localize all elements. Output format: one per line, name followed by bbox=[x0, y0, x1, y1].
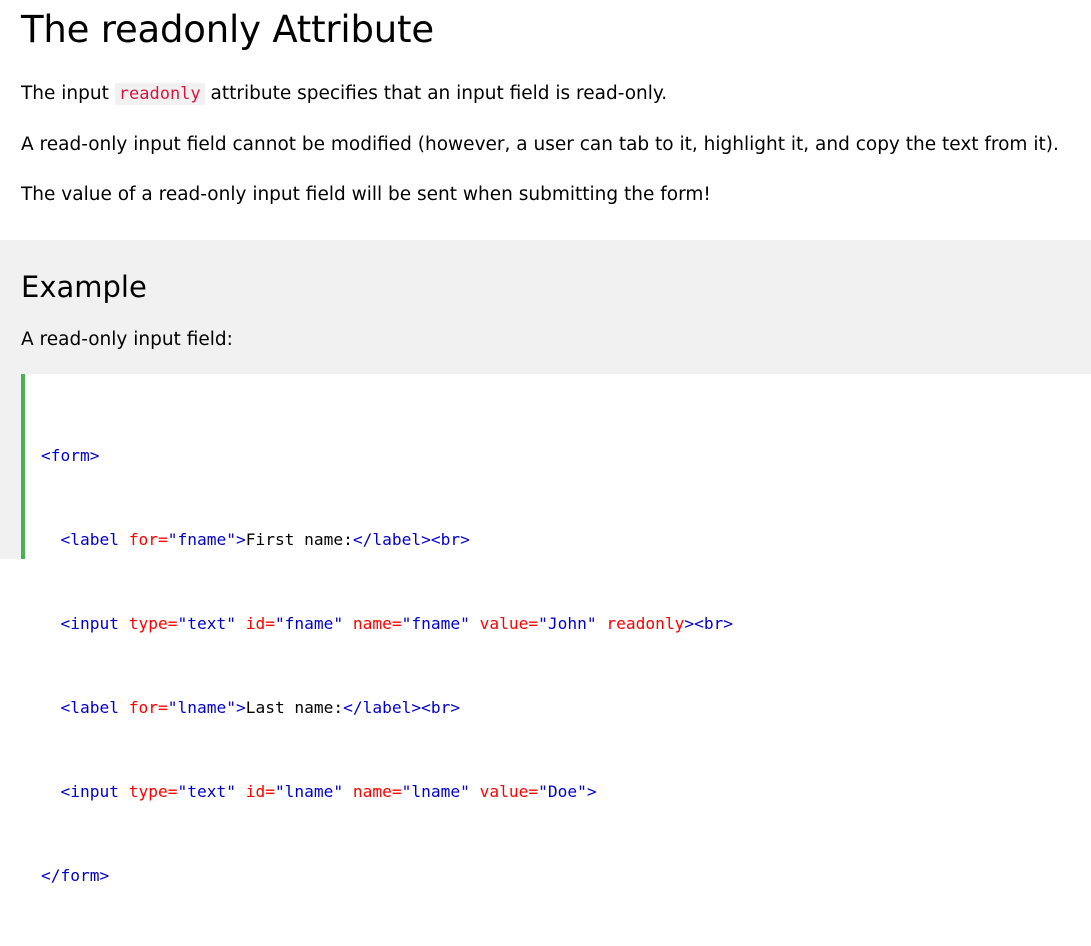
code-value: "text" bbox=[177, 782, 236, 801]
code-text: Last name: bbox=[245, 698, 344, 717]
code-attribute: id= bbox=[235, 782, 275, 801]
code-attribute: for= bbox=[118, 698, 168, 717]
code-line: <input type="text" id="fname" name="fnam… bbox=[41, 610, 734, 638]
code-value: "lname" bbox=[274, 782, 344, 801]
code-tag: <input bbox=[60, 782, 119, 801]
code-lines: <form> <label for="fname">First name:</l… bbox=[41, 386, 733, 946]
code-value: "Doe" bbox=[538, 782, 587, 801]
code-value: "fname" bbox=[167, 530, 236, 549]
code-tag: <label bbox=[60, 530, 119, 549]
intro-section: The readonly Attribute The input readonl… bbox=[0, 0, 1091, 240]
code-line: <label for="fname">First name:</label><b… bbox=[41, 526, 733, 554]
paragraph-text: The input bbox=[21, 83, 115, 104]
code-attribute: value= bbox=[469, 782, 539, 801]
code-tag: ><br> bbox=[684, 614, 734, 633]
code-line: <form> bbox=[41, 442, 733, 470]
code-value: "text" bbox=[177, 614, 236, 633]
code-text: First name: bbox=[245, 530, 353, 549]
code-value: "fname" bbox=[274, 614, 344, 633]
intro-paragraph-2: A read-only input field cannot be modifi… bbox=[21, 134, 1059, 155]
code-attribute: type= bbox=[118, 614, 178, 633]
inline-code-readonly: readonly bbox=[114, 83, 205, 105]
code-value: "John" bbox=[538, 614, 597, 633]
code-line: </form> bbox=[41, 862, 733, 890]
code-value: "lname" bbox=[167, 698, 236, 717]
code-attribute: value= bbox=[469, 614, 539, 633]
example-title: Example bbox=[21, 270, 147, 304]
paragraph-text: attribute specifies that an input field … bbox=[204, 83, 668, 104]
example-panel: Example A read-only input field: <form> … bbox=[0, 240, 1091, 885]
code-attribute: id= bbox=[235, 614, 275, 633]
code-attribute: for= bbox=[118, 530, 168, 549]
code-value: "fname" bbox=[401, 614, 470, 633]
page-title: The readonly Attribute bbox=[21, 8, 434, 51]
intro-paragraph-3: The value of a read-only input field wil… bbox=[21, 184, 711, 205]
code-attribute: name= bbox=[343, 782, 402, 801]
code-tag: > bbox=[235, 530, 246, 549]
code-attribute: readonly bbox=[596, 614, 685, 633]
code-tag: > bbox=[586, 782, 597, 801]
code-line: <input type="text" id="lname" name="lnam… bbox=[41, 778, 733, 806]
code-tag: <form> bbox=[41, 446, 100, 465]
code-block: <form> <label for="fname">First name:</l… bbox=[21, 374, 1091, 885]
example-description: A read-only input field: bbox=[21, 329, 233, 350]
code-tag: <input bbox=[60, 614, 119, 633]
code-tag: </label><br> bbox=[343, 698, 461, 717]
code-tag: > bbox=[235, 698, 246, 717]
code-tag: </label><br> bbox=[352, 530, 470, 549]
code-value: "lname" bbox=[401, 782, 470, 801]
intro-paragraph-1: The input readonly attribute specifies t… bbox=[21, 81, 667, 107]
code-line: <label for="lname">Last name:</label><br… bbox=[41, 694, 733, 722]
code-tag: <label bbox=[60, 698, 119, 717]
code-attribute: type= bbox=[118, 782, 178, 801]
code-attribute: name= bbox=[343, 614, 402, 633]
code-tag: </form> bbox=[41, 866, 110, 885]
